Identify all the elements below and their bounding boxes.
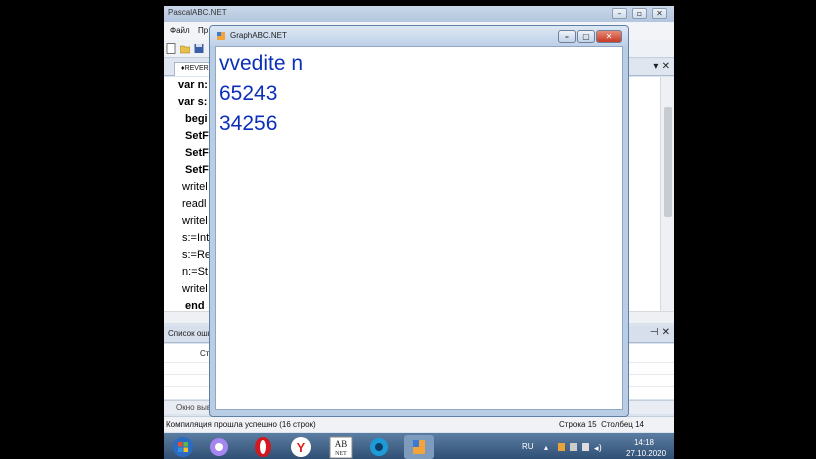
start-button-icon[interactable]: [168, 435, 198, 459]
code-line: SetF: [185, 130, 209, 142]
svg-text:Y: Y: [297, 440, 306, 455]
clock-time: 14:18: [633, 438, 655, 447]
scrollbar-thumb[interactable]: [664, 107, 672, 217]
desktop-screen: PascalABC.NET – ▫ ✕ Файл Пр ♦REVER ▾ ✕ v…: [164, 6, 674, 459]
graphabc-window[interactable]: GraphABC.NET – ▢ ✕ vvedite n 65243 34256: [209, 25, 629, 417]
abc-pascal-icon[interactable]: AB NET: [326, 435, 356, 459]
graphabc-titlebar[interactable]: GraphABC.NET – ▢ ✕: [210, 26, 628, 46]
taskbar: Y AB NET RU ▴ ◂) 14:18 27.10.2020: [164, 433, 674, 459]
clock-date: 27.10.2020: [626, 449, 667, 458]
code-line: readl: [182, 198, 207, 210]
status-column: Столбец 14: [601, 420, 644, 429]
minimize-button[interactable]: –: [612, 8, 627, 19]
code-line: s:=Re: [182, 249, 212, 261]
graphabc-taskbar-icon[interactable]: [404, 435, 434, 459]
errors-panel-controls[interactable]: ⊣ ✕: [650, 327, 670, 338]
code-line: var n:: [178, 79, 208, 91]
output-line: 65243: [219, 82, 278, 105]
editor-vertical-scrollbar[interactable]: [660, 77, 674, 311]
status-line: Строка 15: [559, 420, 597, 429]
ide-window-title: PascalABC.NET: [168, 8, 227, 17]
clock[interactable]: 14:18 27.10.2020: [626, 437, 666, 459]
graphabc-minimize-button[interactable]: –: [558, 30, 576, 43]
code-line: var s:: [178, 96, 208, 108]
code-line: SetF: [185, 164, 209, 176]
ide-titlebar[interactable]: PascalABC.NET – ▫ ✕: [164, 6, 674, 22]
graphabc-maximize-button[interactable]: ▢: [577, 30, 595, 43]
cursor-position: Строка 15 Столбец 14: [559, 420, 644, 429]
tab-tools[interactable]: ▾ ✕: [653, 61, 670, 72]
code-line: writel: [182, 181, 208, 193]
webcam-app-icon[interactable]: [364, 435, 394, 459]
graphabc-close-button[interactable]: ✕: [596, 30, 622, 43]
code-line: SetF: [185, 147, 209, 159]
close-button[interactable]: ✕: [652, 8, 667, 19]
language-indicator[interactable]: RU: [522, 442, 534, 451]
graphabc-window-title: GraphABC.NET: [230, 31, 287, 40]
status-message: Компиляция прошла успешно (16 строк): [166, 420, 316, 429]
errors-panel-title: Список оши: [168, 329, 213, 338]
tray-icons[interactable]: ▴ ◂): [544, 441, 604, 453]
code-line: n:=St: [182, 266, 208, 278]
code-line: writel: [182, 283, 208, 295]
svg-text:▴: ▴: [544, 443, 548, 452]
statusbar: Компиляция прошла успешно (16 строк) Стр…: [164, 416, 674, 432]
menu-file[interactable]: Файл: [170, 26, 190, 35]
graphabc-app-icon: [217, 32, 225, 40]
new-file-icon[interactable]: [166, 43, 176, 54]
code-line: writel: [182, 215, 208, 227]
svg-text:NET: NET: [335, 451, 347, 457]
output-line: 34256: [219, 112, 278, 135]
save-icon[interactable]: [194, 43, 204, 54]
graphabc-canvas[interactable]: vvedite n 65243 34256: [215, 46, 623, 410]
alice-app-icon[interactable]: [204, 435, 234, 459]
opera-browser-icon[interactable]: [248, 435, 278, 459]
output-line: vvedite n: [219, 52, 304, 75]
code-line: s:=Int: [182, 232, 210, 244]
menu-edit[interactable]: Пр: [198, 26, 208, 35]
code-line: begi: [185, 113, 208, 125]
maximize-button[interactable]: ▫: [632, 8, 647, 19]
output-tab-label: Окно выв: [176, 403, 212, 412]
open-folder-icon[interactable]: [180, 43, 190, 54]
svg-text:AB: AB: [335, 439, 348, 449]
svg-text:◂): ◂): [594, 444, 602, 453]
yandex-browser-icon[interactable]: Y: [286, 435, 316, 459]
